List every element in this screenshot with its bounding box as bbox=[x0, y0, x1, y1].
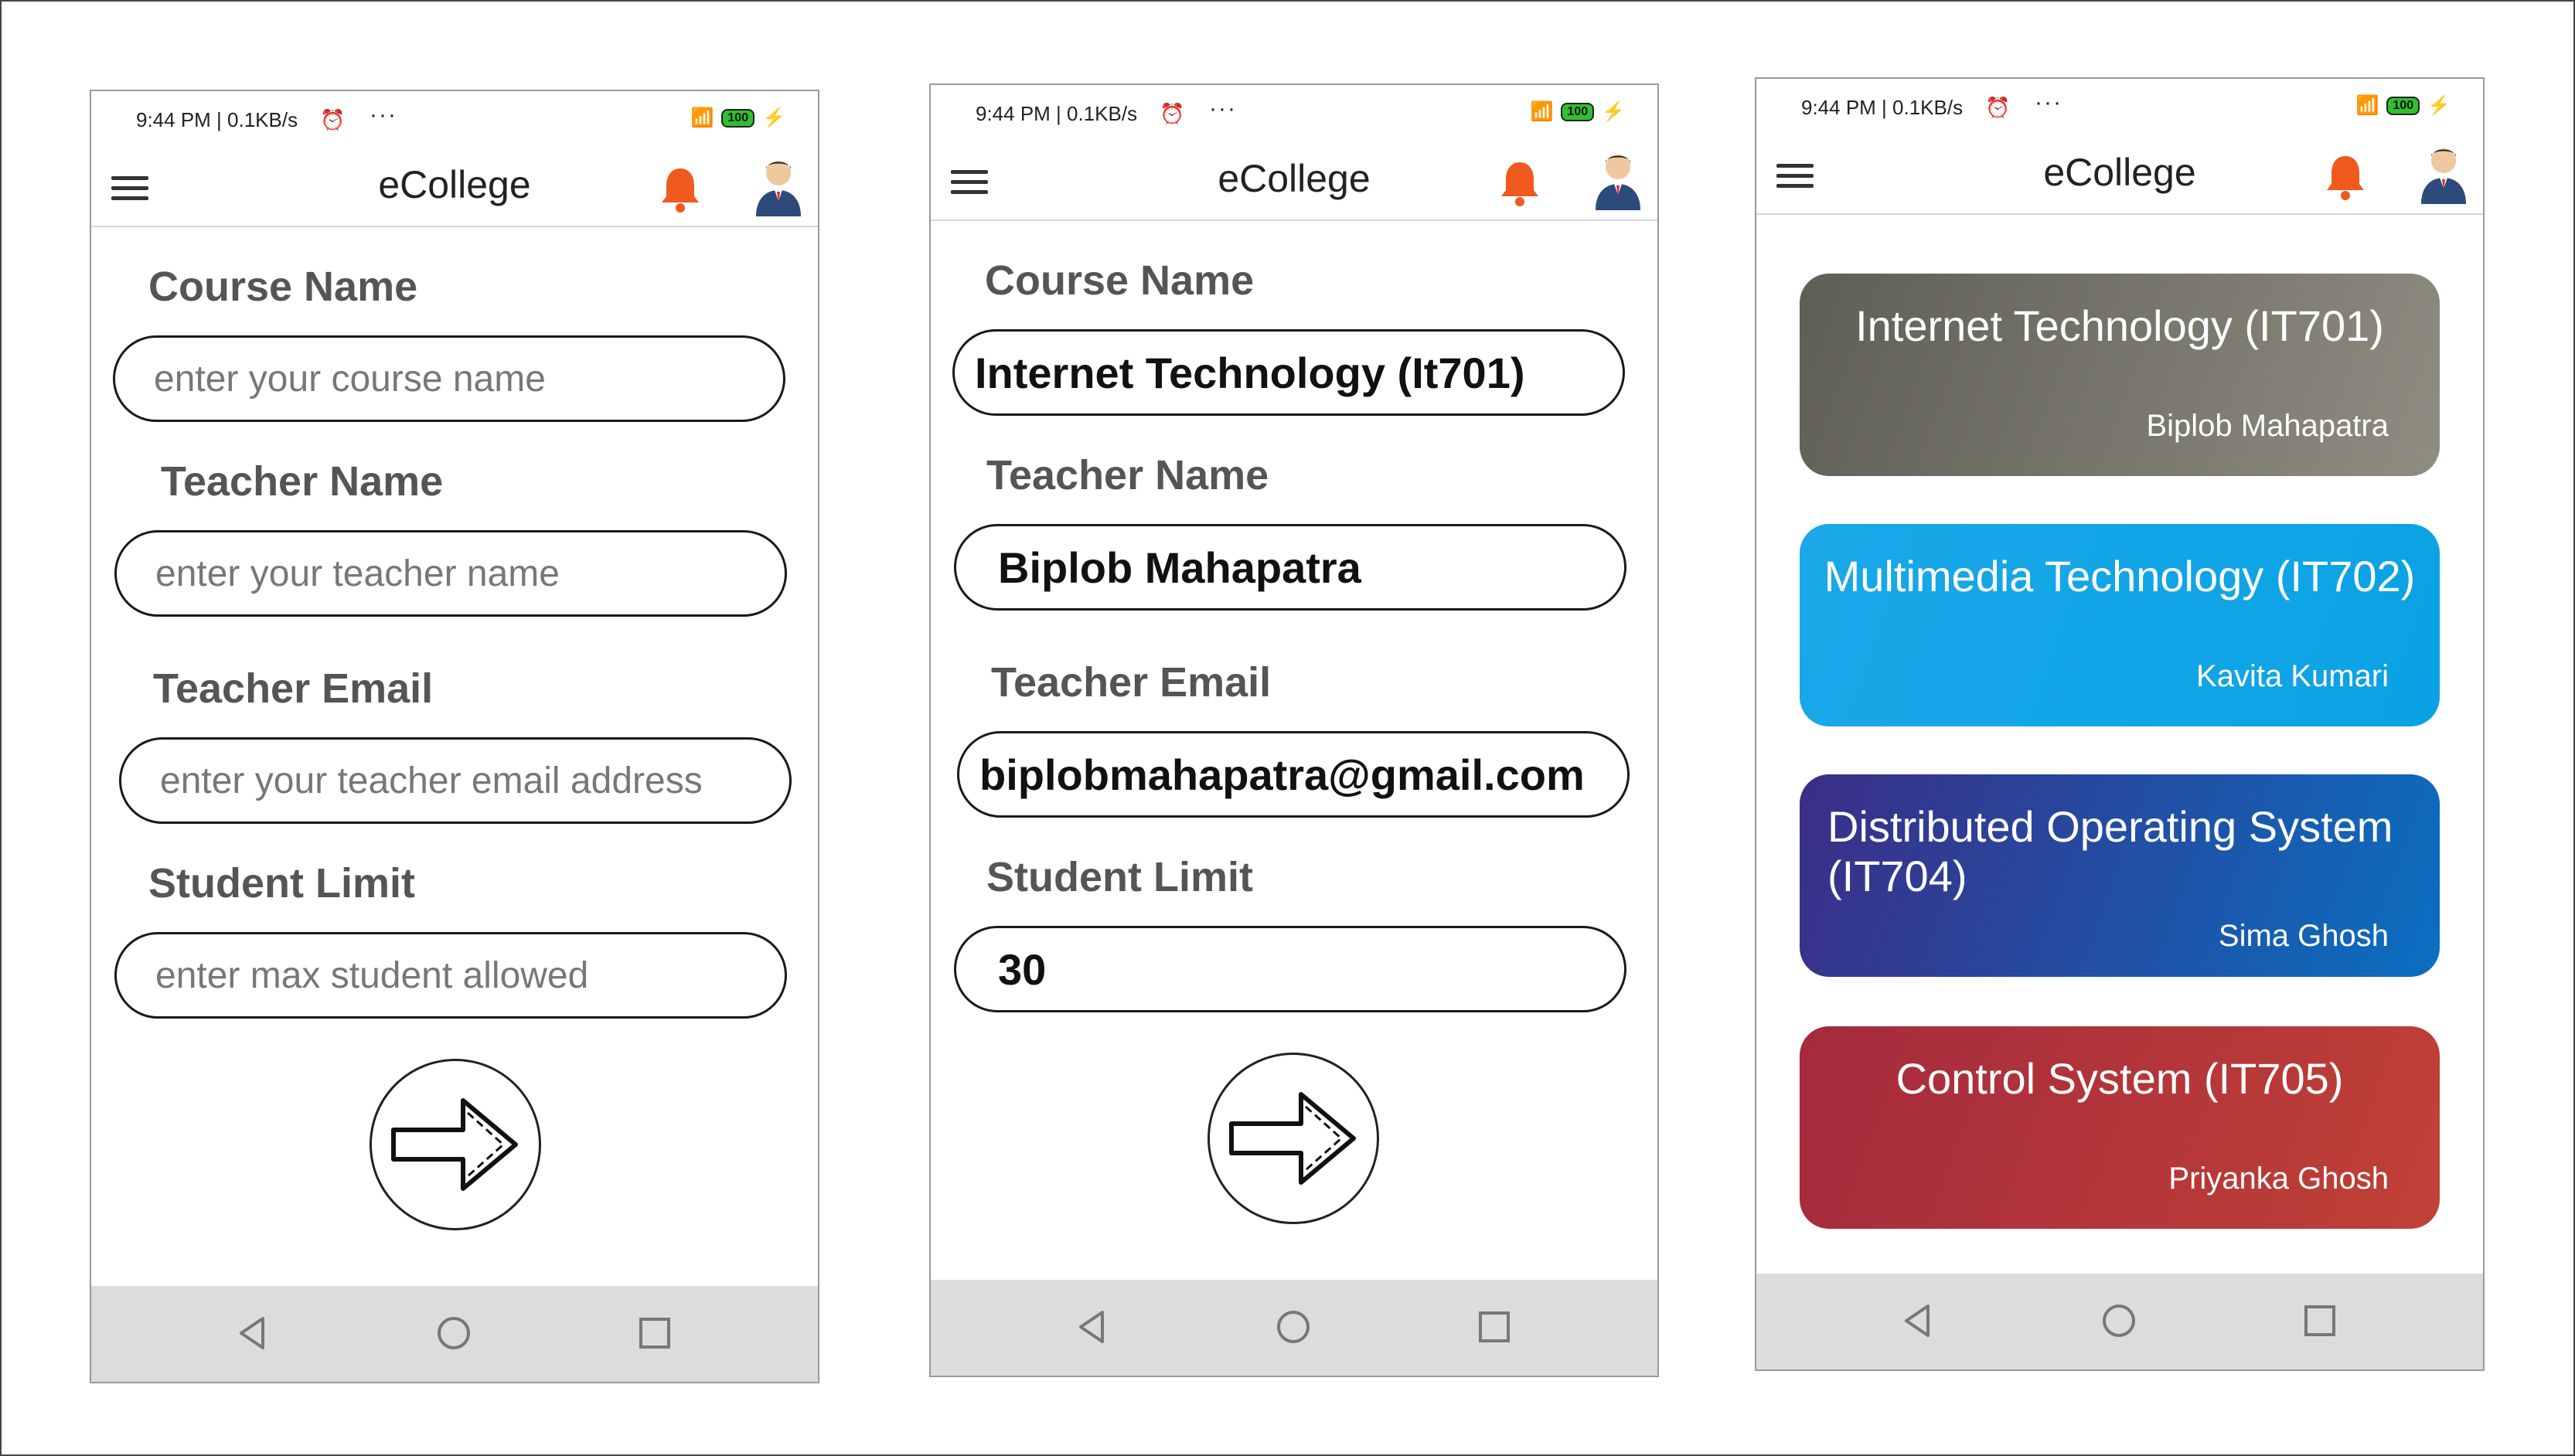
email-input[interactable]: enter your teacher email address bbox=[119, 737, 792, 824]
nav-home-icon[interactable] bbox=[434, 1314, 473, 1352]
charging-icon: ⚡ bbox=[762, 107, 785, 128]
course-card-it705[interactable]: Control System (IT705) Priyanka Ghosh bbox=[1800, 1026, 2440, 1229]
status-icons: 📶 100 ⚡ bbox=[2356, 94, 2451, 117]
course-label: Course Name bbox=[985, 257, 1255, 304]
battery-icon: 100 bbox=[2386, 96, 2420, 115]
teacher-input[interactable]: Biplob Mahapatra bbox=[954, 524, 1626, 611]
charging-icon: ⚡ bbox=[1602, 101, 1625, 122]
bell-icon[interactable] bbox=[659, 164, 702, 213]
course-title: Control System (IT705) bbox=[1895, 1054, 2344, 1103]
status-time: 9:44 PM | 0.1KB/s bbox=[1801, 96, 1964, 119]
course-card-it701[interactable]: Internet Technology (IT701) Biplob Mahap… bbox=[1800, 274, 2440, 476]
course-teacher: Biplob Mahapatra bbox=[2146, 409, 2389, 443]
nav-bar bbox=[931, 1280, 1657, 1376]
arrow-right-icon bbox=[1229, 1092, 1356, 1185]
status-icons: 📶 100 ⚡ bbox=[1531, 100, 1625, 123]
avatar[interactable] bbox=[2417, 142, 2471, 204]
limit-input[interactable]: enter max student allowed bbox=[114, 932, 787, 1019]
avatar[interactable] bbox=[751, 155, 806, 216]
course-teacher: Kavita Kumari bbox=[2196, 659, 2389, 693]
course-title: Internet Technology (IT701) bbox=[1855, 301, 2384, 350]
phone-course-list: 9:44 PM | 0.1KB/s ⏰ ··· 📶 100 ⚡ eCollege… bbox=[1755, 77, 2485, 1371]
nav-home-icon[interactable] bbox=[1274, 1308, 1313, 1346]
nav-bar bbox=[91, 1286, 818, 1382]
more-dots-icon: ··· bbox=[2035, 90, 2062, 115]
status-time: 9:44 PM | 0.1KB/s bbox=[976, 102, 1138, 125]
nav-recents-icon[interactable] bbox=[635, 1314, 674, 1352]
course-input[interactable]: enter your course name bbox=[113, 335, 785, 422]
teacher-label: Teacher Name bbox=[161, 458, 444, 505]
course-title: Distributed Operating System (IT704) bbox=[1827, 802, 2393, 900]
limit-label: Student Limit bbox=[986, 854, 1253, 900]
status-bar: 9:44 PM | 0.1KB/s ⏰ ··· 📶 100 ⚡ bbox=[931, 85, 1657, 141]
status-time: 9:44 PM | 0.1KB/s bbox=[136, 108, 298, 131]
alarm-icon: ⏰ bbox=[1160, 102, 1185, 125]
limit-input[interactable]: 30 bbox=[954, 926, 1626, 1012]
wifi-icon: 📶 bbox=[2355, 95, 2379, 116]
app-bar: eCollege bbox=[91, 147, 818, 227]
app-title: eCollege bbox=[378, 163, 531, 206]
course-teacher: Sima Ghosh bbox=[2218, 919, 2389, 953]
teacher-input[interactable]: enter your teacher name bbox=[114, 530, 787, 617]
arrow-right-icon bbox=[391, 1098, 518, 1191]
charging-icon: ⚡ bbox=[2427, 95, 2451, 116]
status-bar: 9:44 PM | 0.1KB/s ⏰ ··· 📶 100 ⚡ bbox=[1756, 79, 2483, 134]
more-dots-icon: ··· bbox=[1209, 96, 1237, 121]
next-button[interactable] bbox=[370, 1059, 541, 1230]
battery-icon: 100 bbox=[721, 108, 755, 128]
bell-icon[interactable] bbox=[2324, 151, 2367, 201]
app-bar: eCollege bbox=[1756, 134, 2483, 215]
nav-bar bbox=[1756, 1274, 2483, 1369]
bell-icon[interactable] bbox=[1498, 158, 1541, 207]
phone-filled-form: 9:44 PM | 0.1KB/s ⏰ ··· 📶 100 ⚡ eCollege… bbox=[929, 83, 1659, 1377]
nav-back-icon[interactable] bbox=[1899, 1301, 1937, 1340]
course-title: Multimedia Technology (IT702) bbox=[1824, 552, 2416, 600]
teacher-label: Teacher Name bbox=[986, 452, 1269, 498]
course-teacher: Priyanka Ghosh bbox=[2168, 1162, 2389, 1196]
wifi-icon: 📶 bbox=[690, 107, 714, 128]
app-title: eCollege bbox=[1218, 157, 1371, 200]
battery-icon: 100 bbox=[1561, 102, 1595, 121]
alarm-icon: ⏰ bbox=[1985, 96, 2011, 119]
app-title: eCollege bbox=[2043, 151, 2196, 194]
course-card-it702[interactable]: Multimedia Technology (IT702) Kavita Kum… bbox=[1800, 524, 2440, 726]
course-label: Course Name bbox=[148, 264, 418, 310]
nav-back-icon[interactable] bbox=[233, 1314, 272, 1352]
nav-home-icon[interactable] bbox=[2100, 1301, 2138, 1340]
app-bar: eCollege bbox=[931, 141, 1657, 221]
nav-recents-icon[interactable] bbox=[1475, 1308, 1514, 1346]
status-icons: 📶 100 ⚡ bbox=[691, 107, 785, 129]
more-dots-icon: ··· bbox=[370, 102, 397, 128]
email-label: Teacher Email bbox=[153, 665, 434, 712]
email-input[interactable]: biplobmahapatra@gmail.com bbox=[957, 731, 1630, 818]
course-card-it704[interactable]: Distributed Operating System (IT704) Sim… bbox=[1800, 774, 2440, 977]
email-label: Teacher Email bbox=[991, 659, 1272, 706]
wifi-icon: 📶 bbox=[1530, 101, 1554, 122]
course-input[interactable]: Internet Technology (It701) bbox=[952, 329, 1625, 416]
avatar[interactable] bbox=[1591, 148, 1645, 210]
nav-recents-icon[interactable] bbox=[2301, 1301, 2339, 1340]
phone-empty-form: 9:44 PM | 0.1KB/s ⏰ ··· 📶 100 ⚡ eCollege… bbox=[90, 90, 819, 1383]
status-bar: 9:44 PM | 0.1KB/s ⏰ ··· 📶 100 ⚡ bbox=[91, 91, 818, 147]
limit-label: Student Limit bbox=[148, 860, 415, 907]
nav-back-icon[interactable] bbox=[1073, 1308, 1112, 1346]
alarm-icon: ⏰ bbox=[320, 108, 346, 131]
next-button[interactable] bbox=[1207, 1053, 1379, 1224]
